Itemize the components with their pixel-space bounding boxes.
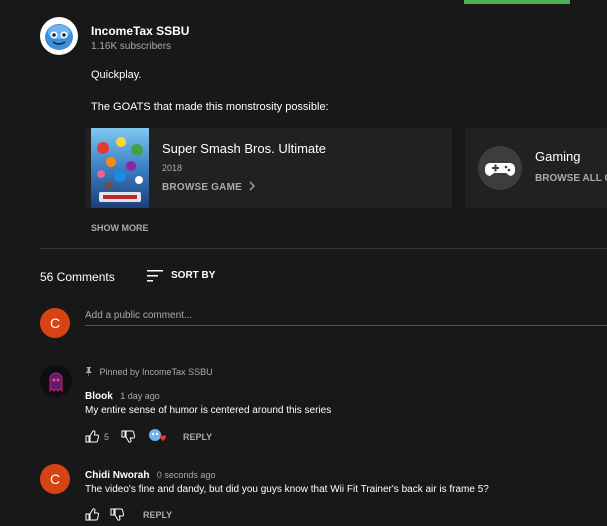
pin-icon [85,367,92,376]
description-line-2: The GOATS that made this monstrosity pos… [91,101,329,113]
sort-by-button[interactable]: SORT BY [171,270,215,281]
commenter-avatar[interactable]: C [40,464,70,494]
browse-all-link[interactable]: BROWSE ALL G [535,173,607,184]
dislike-icon[interactable] [121,430,136,443]
comment-time[interactable]: 0 seconds ago [157,470,216,480]
comment-meta: Blook 1 day ago [85,386,160,404]
dislike-icon[interactable] [110,508,125,521]
comment-time[interactable]: 1 day ago [120,391,160,401]
reply-button[interactable]: REPLY [183,432,212,442]
category-title[interactable]: Gaming [535,149,581,164]
progress-accent-bar [464,0,570,4]
show-more-button[interactable]: SHOW MORE [91,223,149,233]
game-title[interactable]: Super Smash Bros. Ultimate [162,141,326,156]
ghost-icon [40,365,72,397]
sort-icon[interactable] [147,269,163,283]
comment-meta: Chidi Nworah 0 seconds ago [85,465,215,483]
chevron-right-icon [249,181,255,191]
browse-game-label: BROWSE GAME [162,182,242,193]
description-line-1: Quickplay. [91,69,142,81]
pinned-label: Pinned by IncomeTax SSBU [99,367,213,377]
add-comment-input[interactable] [85,306,607,325]
comment-author[interactable]: Blook [85,391,113,402]
user-avatar: C [40,308,70,338]
comment-author[interactable]: Chidi Nworah [85,470,149,481]
like-icon[interactable] [85,430,100,443]
game-year: 2018 [162,163,183,173]
channel-name[interactable]: IncomeTax SSBU [91,24,189,38]
commenter-avatar[interactable] [40,365,72,397]
like-icon[interactable] [85,508,100,521]
like-count: 5 [104,432,110,442]
browse-game-link[interactable]: BROWSE GAME [162,181,256,193]
pinned-indicator: Pinned by IncomeTax SSBU [85,367,213,377]
reply-button[interactable]: REPLY [143,510,172,520]
subscriber-count: 1.16K subscribers [91,41,172,52]
section-divider [40,248,607,249]
channel-avatar[interactable] [40,17,78,55]
gamepad-icon [478,146,522,190]
comment-text: The video's fine and dandy, but did you … [85,484,489,495]
creator-heart-badge [148,428,168,444]
comment-input-container[interactable] [85,305,607,326]
blue-blob-icon [45,24,73,50]
comments-count: 56 Comments [40,270,115,284]
heart-icon [149,429,166,441]
game-cover-image[interactable] [91,128,149,208]
comment-text: My entire sense of humor is centered aro… [85,405,332,416]
